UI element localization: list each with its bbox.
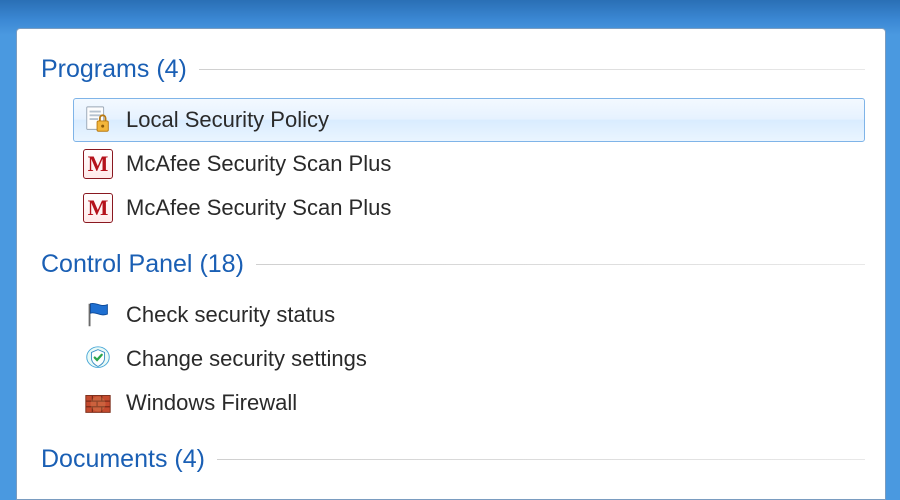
result-item-local-security-policy[interactable]: Local Security Policy bbox=[73, 98, 865, 142]
mcafee-icon: M bbox=[82, 148, 114, 180]
result-label: Check security status bbox=[126, 302, 335, 328]
result-label: Windows Firewall bbox=[126, 390, 297, 416]
flag-icon bbox=[82, 299, 114, 331]
result-label: McAfee Security Scan Plus bbox=[126, 195, 391, 221]
section-title: Documents bbox=[41, 445, 167, 474]
section-count: (18) bbox=[199, 250, 243, 279]
result-item-mcafee-1[interactable]: M McAfee Security Scan Plus bbox=[73, 142, 865, 186]
control-panel-list: Check security status Change security se… bbox=[41, 293, 865, 425]
result-item-mcafee-2[interactable]: M McAfee Security Scan Plus bbox=[73, 186, 865, 230]
result-label: McAfee Security Scan Plus bbox=[126, 151, 391, 177]
section-title: Programs bbox=[41, 55, 149, 84]
result-item-windows-firewall[interactable]: Windows Firewall bbox=[73, 381, 865, 425]
section-title: Control Panel bbox=[41, 250, 192, 279]
divider bbox=[217, 459, 865, 460]
section-count: (4) bbox=[174, 445, 205, 474]
programs-list: Local Security Policy M McAfee Security … bbox=[41, 98, 865, 230]
result-label: Local Security Policy bbox=[126, 107, 329, 133]
divider bbox=[199, 69, 865, 70]
result-label: Change security settings bbox=[126, 346, 367, 372]
divider bbox=[256, 264, 865, 265]
search-results-panel: Programs (4) Local Security Policy bbox=[16, 28, 886, 500]
shield-check-icon bbox=[82, 343, 114, 375]
mcafee-icon: M bbox=[82, 192, 114, 224]
firewall-icon bbox=[82, 387, 114, 419]
local-security-policy-icon bbox=[82, 104, 114, 136]
section-header-programs: Programs (4) bbox=[41, 55, 865, 84]
result-item-change-security-settings[interactable]: Change security settings bbox=[73, 337, 865, 381]
section-header-control-panel: Control Panel (18) bbox=[41, 250, 865, 279]
result-item-check-security-status[interactable]: Check security status bbox=[73, 293, 865, 337]
section-count: (4) bbox=[156, 55, 187, 84]
section-header-documents: Documents (4) bbox=[41, 445, 865, 474]
